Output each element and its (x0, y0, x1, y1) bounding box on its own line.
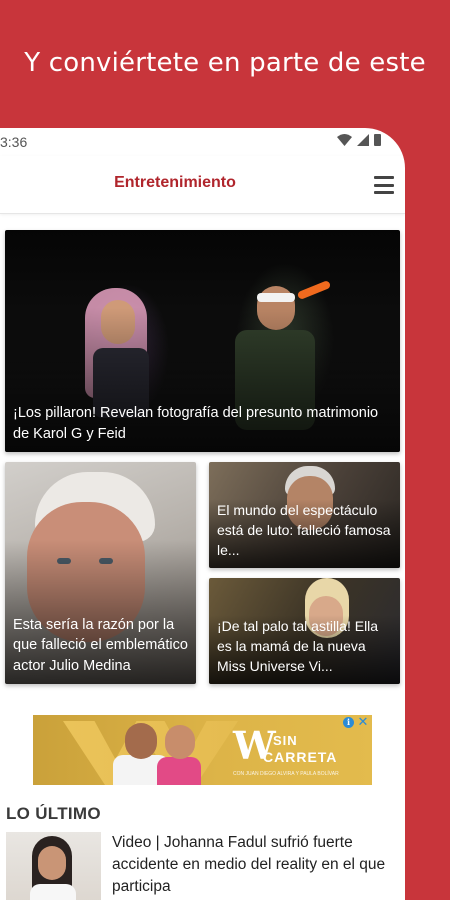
article-card[interactable]: El mundo del espectáculo está de luto: f… (209, 462, 400, 568)
battery-icon (374, 134, 381, 146)
section-title-header: Entretenimiento (114, 174, 236, 191)
featured-article-card[interactable]: ¡Los pillaron! Revelan fotografía del pr… (5, 230, 400, 452)
wifi-icon (337, 134, 352, 146)
status-icons (337, 134, 381, 146)
ad-byline: CON JUAN DIEGO ALVIRA Y PAULA BOLÍVAR (233, 771, 339, 777)
promo-banner-text: Y conviértete en parte de este (24, 48, 426, 78)
list-item-thumbnail (6, 832, 101, 900)
hamburger-menu-icon[interactable] (374, 176, 394, 194)
ad-close-icon[interactable]: ✕ (357, 715, 369, 728)
latest-section-title: LO ÚLTIMO (6, 804, 101, 823)
article-headline: ¡Los pillaron! Revelan fotografía del pr… (13, 405, 379, 442)
signal-icon (357, 134, 369, 146)
article-headline: ¡De tal palo tal astilla! Ella es la mam… (217, 618, 379, 674)
article-headline: El mundo del espectáculo está de luto: f… (217, 502, 391, 558)
article-card[interactable]: Esta sería la razón por la que falleció … (5, 462, 196, 684)
ad-info-icon[interactable]: i (343, 717, 354, 728)
app-bar: Entretenimiento (0, 156, 405, 214)
ad-brand-top: SIN (273, 733, 298, 748)
ad-banner[interactable]: W SIN CARRETA CON JUAN DIEGO ALVIRA Y PA… (33, 715, 372, 785)
phone-screen: 3:36 Entretenimiento ¡Los pillaron! Reve… (0, 128, 405, 900)
ad-brand-bottom: CARRETA (263, 749, 338, 765)
status-bar: 3:36 (0, 128, 405, 156)
list-item[interactable]: Video | Johanna Fadul sufrió fuerte acci… (6, 832, 401, 900)
list-item-headline: Video | Johanna Fadul sufrió fuerte acci… (112, 834, 386, 895)
article-headline: Esta sería la razón por la que falleció … (13, 616, 188, 674)
status-time: 3:36 (0, 134, 28, 150)
article-card[interactable]: ¡De tal palo tal astilla! Ella es la mam… (209, 578, 400, 684)
